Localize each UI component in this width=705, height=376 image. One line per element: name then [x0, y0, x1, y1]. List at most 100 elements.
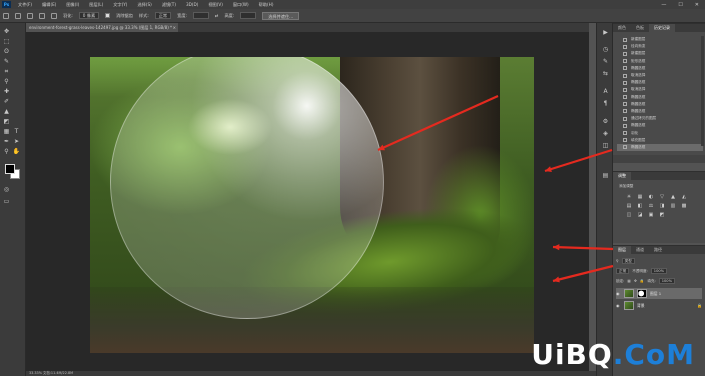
tab-channels[interactable]: 通道	[631, 246, 649, 254]
antialias-checkbox[interactable]	[105, 13, 111, 18]
close-icon[interactable]: ✕	[695, 2, 699, 8]
intersect-selection-icon[interactable]	[51, 12, 57, 19]
move-tool-icon[interactable]: ✥	[2, 27, 11, 36]
adjustment-icon[interactable]: ▦	[636, 194, 644, 201]
lock-position-icon[interactable]: ✥	[634, 279, 637, 283]
menu-select[interactable]: 选择(S)	[132, 2, 156, 8]
crop-tool-icon[interactable]: ⌗	[2, 67, 11, 76]
paragraph-icon[interactable]: ¶	[601, 99, 610, 108]
menu-filter[interactable]: 滤镜(T)	[157, 2, 181, 8]
canvas-area[interactable]	[26, 32, 589, 371]
layer-comps-icon[interactable]: ▤	[601, 171, 610, 180]
new-selection-icon[interactable]	[15, 12, 21, 19]
adjustment-icon[interactable]: ▣	[647, 212, 655, 219]
history-scrollbar[interactable]	[701, 36, 704, 146]
history-item[interactable]: 通过拷贝的图层	[617, 115, 703, 122]
add-selection-icon[interactable]	[27, 12, 33, 19]
history-item[interactable]: 椭圆选框	[617, 65, 703, 72]
layer-row[interactable]: ◉ 图层 1	[616, 288, 702, 299]
zoom-tool-icon[interactable]: ⚲	[2, 147, 11, 156]
menu-help[interactable]: 帮助(H)	[254, 2, 279, 8]
adjustment-icon[interactable]: ▥	[669, 203, 677, 210]
menu-image[interactable]: 图像(I)	[61, 2, 84, 8]
type-tool-icon[interactable]: T	[12, 127, 21, 136]
opacity-input[interactable]: 100%	[650, 268, 668, 274]
properties-icon[interactable]: ⚙	[601, 117, 610, 126]
menu-view[interactable]: 视图(V)	[203, 2, 228, 8]
height-input[interactable]	[240, 12, 257, 19]
adjustment-icon[interactable]: ▽	[658, 194, 666, 201]
adjustment-icon[interactable]: ◨	[658, 203, 666, 210]
styles-icon[interactable]: ◈	[601, 129, 610, 138]
tab-close-icon[interactable]: ×	[173, 23, 176, 32]
adjustment-icon[interactable]: ▲	[669, 194, 677, 201]
adjustment-icon[interactable]: ◩	[658, 212, 666, 219]
adjustment-icon[interactable]: ◭	[680, 194, 688, 201]
history-item[interactable]: 椭圆选框	[617, 122, 703, 129]
blend-mode-select[interactable]: 正常	[616, 268, 630, 274]
marquee-tool-icon[interactable]: ⬚	[2, 37, 11, 46]
history-item[interactable]: 填充图层	[617, 137, 703, 144]
path-select-tool-icon[interactable]: ➤	[12, 137, 21, 146]
libraries-icon[interactable]: ◫	[601, 141, 610, 150]
brush-tool-icon[interactable]: ✐	[2, 97, 11, 106]
lock-pixels-icon[interactable]: ▦	[627, 279, 630, 283]
menu-edit[interactable]: 编辑(E)	[37, 2, 61, 8]
bubble-layer[interactable]	[110, 57, 384, 319]
adjustment-icon[interactable]: ⚖	[647, 203, 655, 210]
layer-mask-thumbnail[interactable]	[637, 289, 647, 298]
adjustment-icon[interactable]: ▤	[625, 203, 633, 210]
history-item[interactable]: 径向渐变	[617, 43, 703, 50]
swap-icon[interactable]: ⇄	[215, 13, 219, 18]
clone-source-icon[interactable]: ⇆	[601, 69, 610, 78]
history-item[interactable]: 椭圆选框	[617, 101, 703, 108]
tab-layers[interactable]: 图层	[613, 246, 631, 254]
history-item[interactable]: 羽化	[617, 129, 703, 136]
menu-3d[interactable]: 3D(D)	[181, 2, 203, 7]
adjustment-icon[interactable]: ◐	[647, 194, 655, 201]
menu-type[interactable]: 文字(Y)	[108, 2, 132, 8]
menu-layer[interactable]: 图层(L)	[84, 2, 108, 8]
tab-history[interactable]: 历史记录	[649, 24, 675, 32]
forest-photo[interactable]	[90, 57, 534, 353]
pen-tool-icon[interactable]: ✒	[2, 137, 11, 146]
history-item[interactable]: 椭圆选框	[617, 79, 703, 86]
menu-file[interactable]: 文件(F)	[13, 2, 37, 8]
adjustment-icon[interactable]: ▩	[680, 203, 688, 210]
document-tab[interactable]: environment-forest-grass-leaves-142497.j…	[26, 23, 178, 32]
marquee-preset-icon[interactable]	[3, 12, 9, 19]
menu-window[interactable]: 窗口(W)	[228, 2, 254, 8]
clone-stamp-tool-icon[interactable]: ▲	[2, 107, 11, 116]
visibility-eye-icon[interactable]: ◉	[616, 303, 621, 308]
adjustment-icon[interactable]: ◪	[636, 212, 644, 219]
subtract-selection-icon[interactable]	[39, 12, 45, 19]
maximize-icon[interactable]: ☐	[678, 2, 682, 8]
lasso-tool-icon[interactable]: ʘ	[2, 47, 11, 56]
tab-swatches[interactable]: 色板	[631, 24, 649, 32]
screen-mode-icon[interactable]: ▭	[2, 197, 11, 206]
history-item[interactable]: 取消选择	[617, 86, 703, 93]
quick-select-tool-icon[interactable]: ✎	[2, 57, 11, 66]
history-item[interactable]: 新建图层	[617, 36, 703, 43]
history-icon[interactable]: ◷	[601, 45, 610, 54]
select-and-mask-button[interactable]: 选择并遮住...	[262, 11, 300, 20]
history-item[interactable]: 椭圆选框	[617, 94, 703, 101]
eraser-tool-icon[interactable]: ◩	[2, 117, 11, 126]
history-item[interactable]: 新建图层	[617, 50, 703, 57]
layer-row[interactable]: ◉ 背景 🔒	[616, 300, 702, 311]
style-select[interactable]: 正常	[154, 12, 172, 19]
eyedropper-tool-icon[interactable]: ⚲	[2, 77, 11, 86]
adjustment-icon[interactable]: ☀	[625, 194, 633, 201]
adjustment-icon[interactable]: ◫	[625, 212, 633, 219]
tab-paths[interactable]: 路径	[649, 246, 667, 254]
character-icon[interactable]: A	[601, 87, 610, 96]
history-item[interactable]: 椭圆选框	[617, 143, 703, 151]
brush-settings-icon[interactable]: ✎	[601, 57, 610, 66]
history-item[interactable]: 椭圆选框	[617, 108, 703, 115]
gradient-tool-icon[interactable]: ▦	[2, 127, 11, 136]
feather-input[interactable]: 0 像素	[78, 12, 100, 19]
tab-color[interactable]: 颜色	[613, 24, 631, 32]
lock-all-icon[interactable]: 🔒	[640, 279, 644, 283]
tab-adjustments[interactable]: 调整	[613, 172, 631, 180]
foreground-color-swatch[interactable]	[5, 164, 15, 174]
